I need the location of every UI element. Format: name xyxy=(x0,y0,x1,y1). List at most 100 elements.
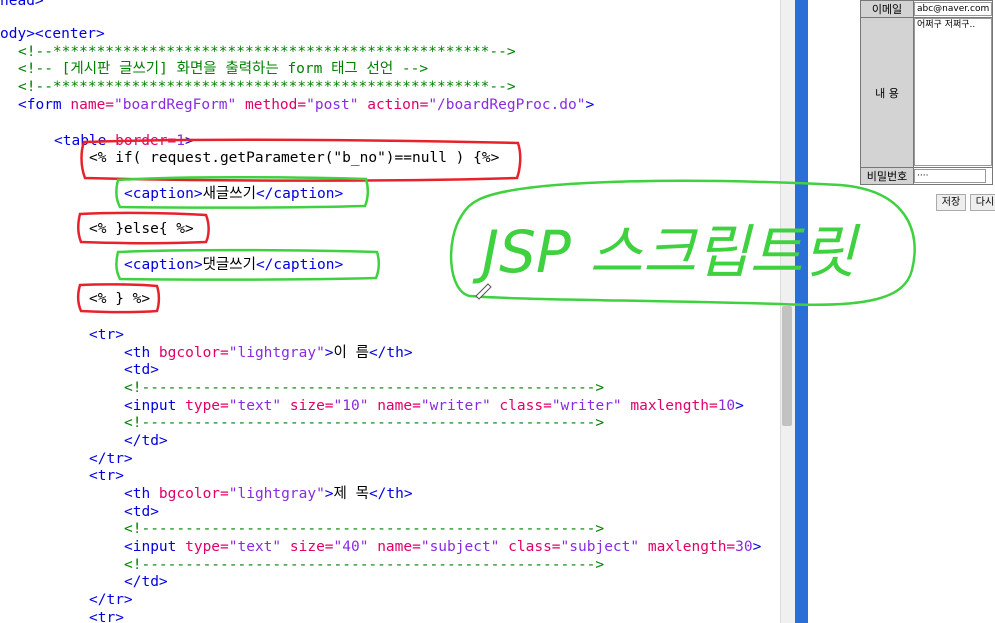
code-token: bgcolor= xyxy=(158,486,229,502)
code-token: </th> xyxy=(368,345,413,361)
code-token: maxlength= xyxy=(647,539,736,555)
code-token: <!--------------------------------------… xyxy=(124,380,605,396)
code-token: <form xyxy=(18,97,71,113)
code-token: name= xyxy=(70,97,115,113)
code-token: 이 름 xyxy=(333,345,369,361)
save-button[interactable]: 저장 xyxy=(936,194,966,211)
code-token: "subject" xyxy=(420,539,509,555)
code-token: "/boardRegProc.do" xyxy=(428,97,586,113)
email-field[interactable]: abc@naver.com xyxy=(914,2,993,16)
code-token: 제 목 xyxy=(333,486,369,502)
code-token: <tr> xyxy=(89,327,124,343)
code-token: head> xyxy=(0,0,44,9)
code-line: <!--------------------------------------… xyxy=(124,520,604,538)
code-token: <caption> xyxy=(124,186,203,202)
code-token: </caption> xyxy=(255,186,344,202)
code-token: </td> xyxy=(124,433,168,449)
code-token: <!--------------------------------------… xyxy=(124,521,605,537)
form-preview-window: 이메일 abc@naver.com 내 용 어쩌구 저쩌구.. 비밀번호 ···… xyxy=(808,0,995,623)
code-token: <th xyxy=(124,486,159,502)
code-token: bgcolor= xyxy=(158,345,229,361)
code-line: <!--------------------------------------… xyxy=(124,379,604,397)
code-token: </tr> xyxy=(89,592,133,608)
code-line: <td> xyxy=(124,361,159,379)
email-label: 이메일 xyxy=(860,0,914,18)
code-token: <th xyxy=(124,345,159,361)
code-token: type= xyxy=(185,398,229,414)
code-token: 30 xyxy=(735,539,753,555)
code-token: <% if( request.getParameter("b_no")==nul… xyxy=(89,150,500,166)
code-token: <td> xyxy=(124,504,159,520)
code-token: class= xyxy=(499,398,552,414)
code-token: </td> xyxy=(124,574,168,590)
code-token: size= xyxy=(289,398,334,414)
code-token: 1 xyxy=(176,133,185,149)
code-line: <caption>댓글쓰기</caption> xyxy=(124,256,343,274)
code-token: <table xyxy=(54,133,116,149)
code-token: "writer" xyxy=(420,398,500,414)
code-token: <!--------------------------------------… xyxy=(124,415,605,431)
code-token: <input xyxy=(124,539,186,555)
code-token: <center> xyxy=(34,26,105,42)
code-token: > xyxy=(735,398,744,414)
code-token: <td> xyxy=(124,362,159,378)
code-token: </th> xyxy=(368,486,413,502)
code-token: class= xyxy=(508,539,561,555)
code-token: 10 xyxy=(717,398,736,414)
code-line: <table border=1> xyxy=(54,132,194,150)
code-line: <!--------------------------------------… xyxy=(124,414,604,432)
code-token: maxlength= xyxy=(630,398,718,414)
code-token: <tr> xyxy=(89,468,124,484)
code-token: "lightgray" xyxy=(228,345,325,361)
code-token: > xyxy=(324,345,334,361)
code-token: "subject" xyxy=(560,539,648,555)
code-line: <form name="boardRegForm" method="post" … xyxy=(18,96,594,114)
code-line: <% }else{ %> xyxy=(89,220,194,238)
preview-form-table: 이메일 abc@naver.com 내 용 어쩌구 저쩌구.. 비밀번호 ···… xyxy=(860,0,994,185)
code-token: </tr> xyxy=(89,451,133,467)
code-token: <input xyxy=(124,398,186,414)
code-token: <!--************************************… xyxy=(18,79,516,95)
code-token: size= xyxy=(289,539,334,555)
code-token: "10" xyxy=(333,398,378,414)
code-line: <tr> xyxy=(89,326,124,344)
code-token: 새글쓰기 xyxy=(202,186,256,202)
code-line: head> xyxy=(0,0,44,10)
code-token: "lightgray" xyxy=(228,486,325,502)
code-line: <tr> xyxy=(89,467,124,485)
scrollbar-thumb[interactable] xyxy=(782,306,792,426)
code-token: ody> xyxy=(0,26,35,42)
code-line: <td> xyxy=(124,503,159,521)
code-line: <caption>새글쓰기</caption> xyxy=(124,185,343,203)
code-line: ody><center> xyxy=(0,25,105,43)
code-token: "text" xyxy=(228,539,290,555)
code-editor[interactable]: head> ody><center> <!--*******************… xyxy=(0,0,780,623)
code-line: <input type="text" size="10" name="write… xyxy=(124,397,744,415)
password-label: 비밀번호 xyxy=(860,167,914,185)
code-token: "writer" xyxy=(551,398,631,414)
code-token: <caption> xyxy=(124,257,203,273)
content-textarea[interactable]: 어쩌구 저쩌구.. xyxy=(914,18,993,166)
code-line: </td> xyxy=(124,432,168,450)
code-line: </td> xyxy=(124,573,168,591)
code-line: <!-- [게시판 글쓰기] 화면을 출력하는 form 태그 선언 --> xyxy=(18,60,428,78)
code-token: border= xyxy=(115,133,177,149)
code-line: </tr> xyxy=(89,450,133,468)
code-token: method= xyxy=(245,97,307,113)
code-token: name= xyxy=(377,398,421,414)
code-line: <% if( request.getParameter("b_no")==nul… xyxy=(89,149,499,167)
password-field[interactable]: ···· xyxy=(914,169,986,183)
code-token: > xyxy=(752,539,762,555)
code-token: <tr> xyxy=(89,610,124,623)
code-token: "text" xyxy=(228,398,290,414)
rewrite-button[interactable]: 다시 xyxy=(970,194,995,211)
code-token: <!--------------------------------------… xyxy=(124,557,605,573)
code-line: <% } %> xyxy=(89,290,150,308)
code-token: > xyxy=(184,133,194,149)
code-line: <th bgcolor="lightgray">제 목</th> xyxy=(124,485,413,503)
code-line: <th bgcolor="lightgray">이 름</th> xyxy=(124,344,413,362)
code-token: <!--************************************… xyxy=(18,44,516,60)
code-line: <input type="text" size="40" name="subje… xyxy=(124,538,761,556)
code-token: "post" xyxy=(306,97,368,113)
code-line: <tr> xyxy=(89,609,124,623)
